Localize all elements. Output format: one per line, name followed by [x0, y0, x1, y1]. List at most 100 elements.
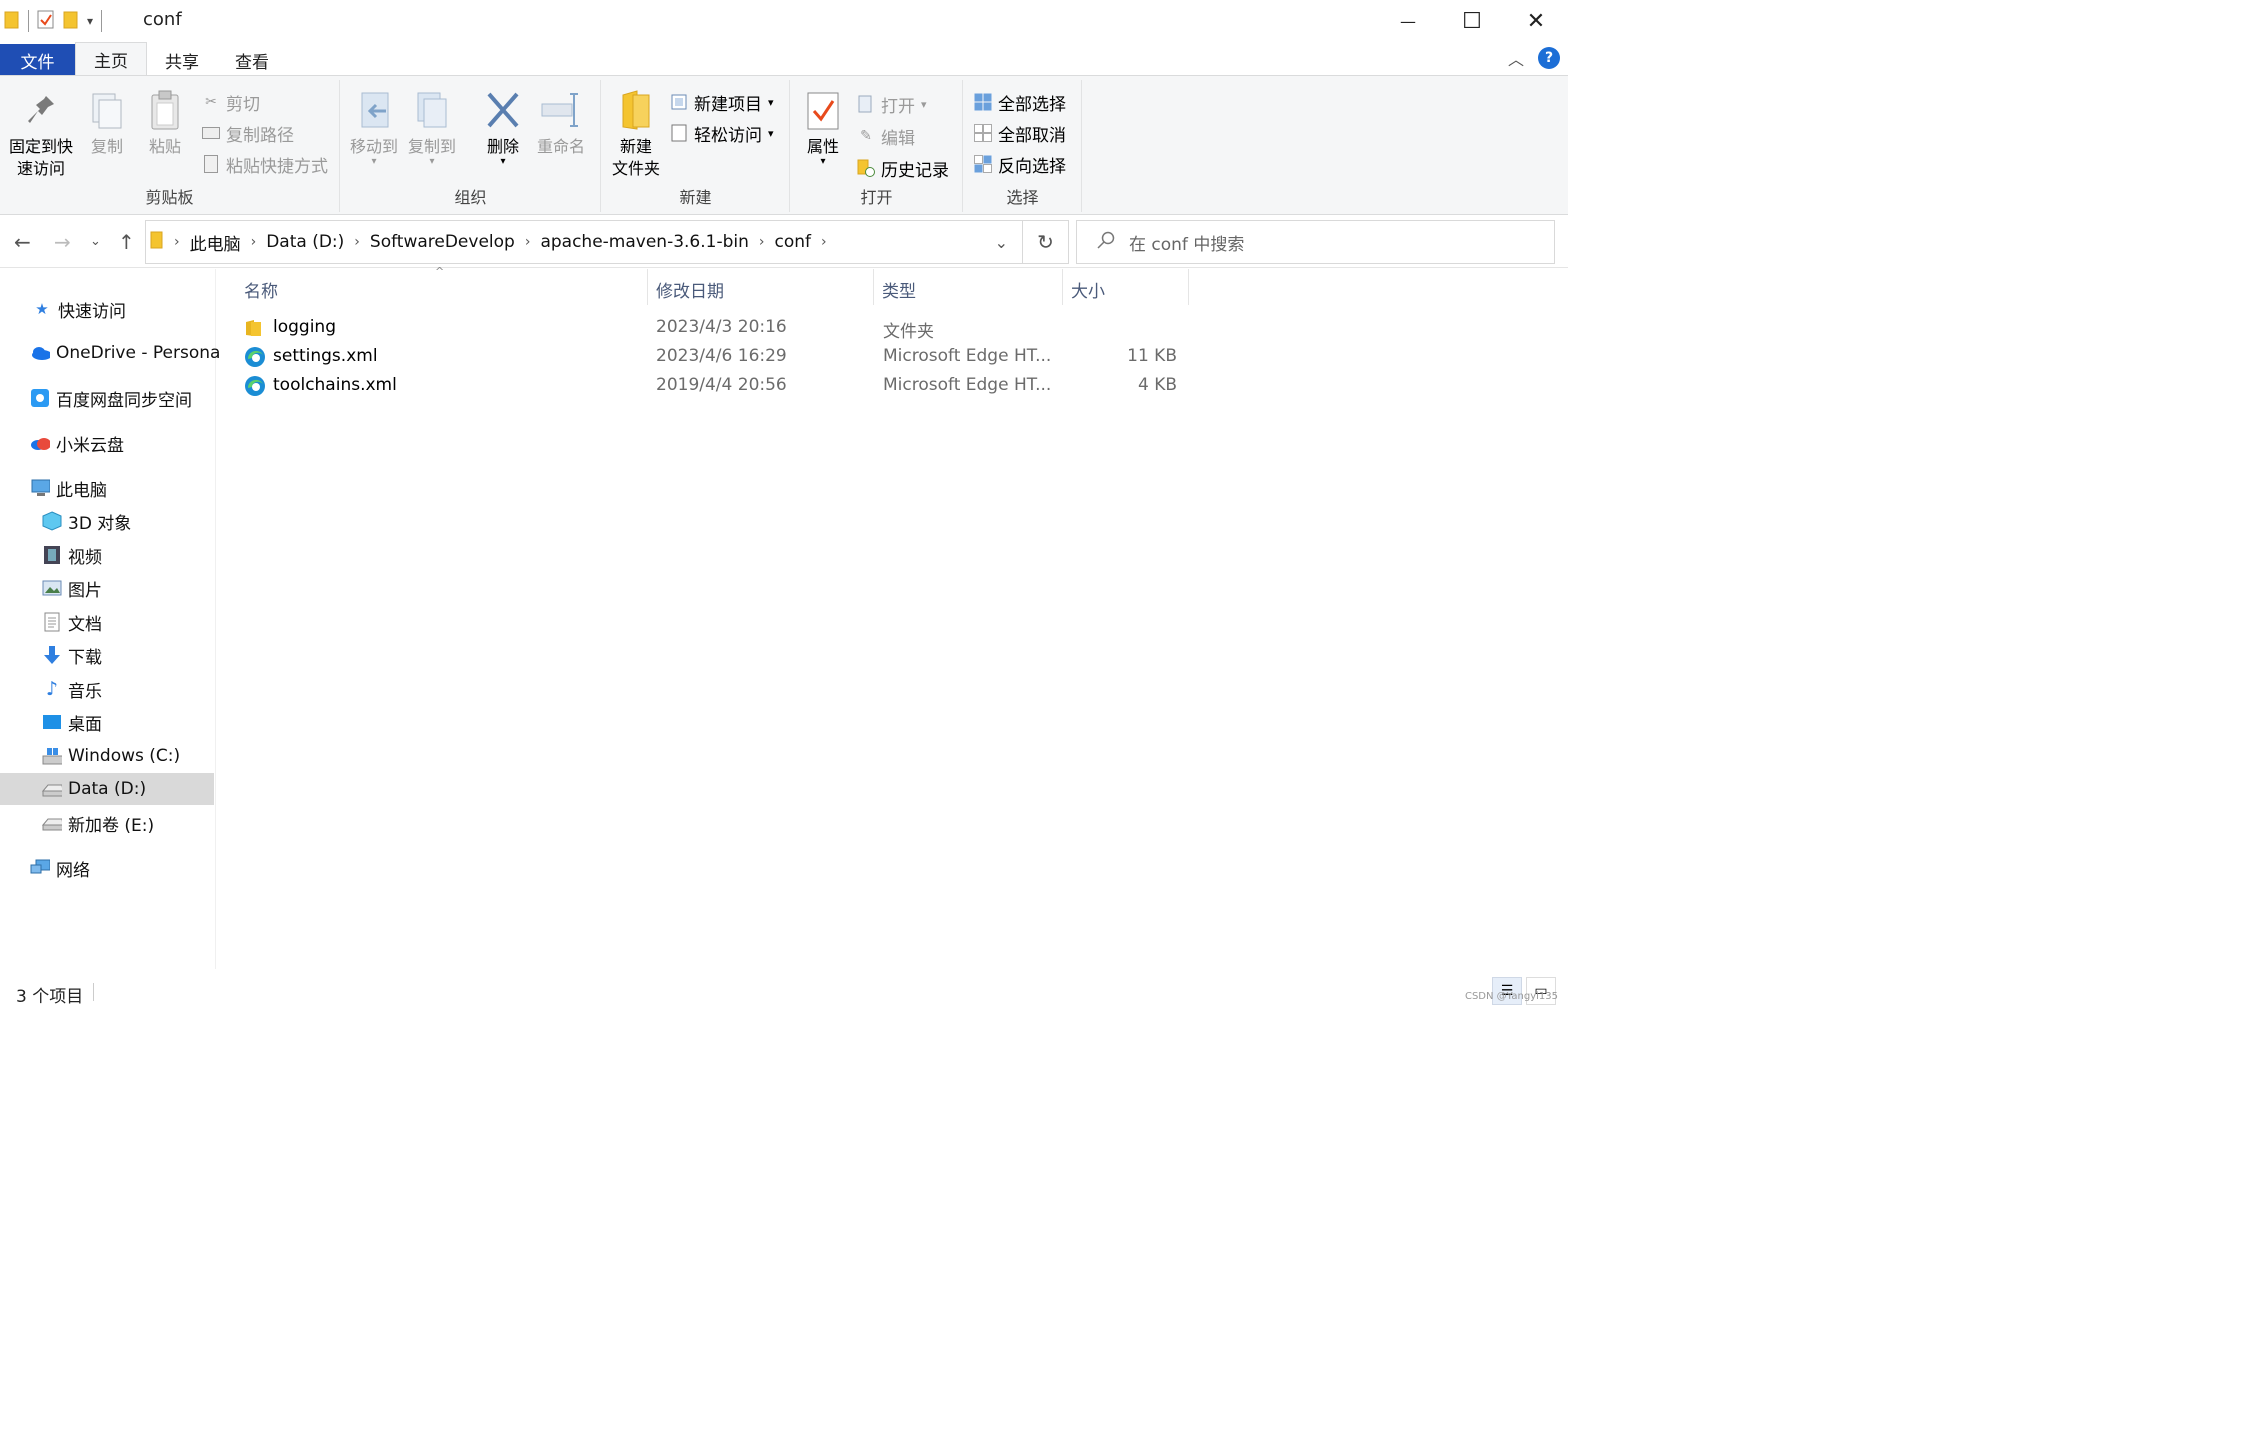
file-row-toolchains[interactable]: toolchains.xml 2019/4/4 20:56 Microsoft …	[241, 372, 1191, 400]
clipboard-group: 固定到快 速访问 复制 粘贴 ✂ 剪切 复制路径 粘贴快捷方式 剪贴板	[0, 80, 340, 212]
forward-arrow-icon[interactable]: →	[54, 230, 71, 254]
chevron-right-icon[interactable]: ›	[174, 234, 180, 250]
back-arrow-icon[interactable]: ←	[14, 230, 31, 254]
breadcrumb-softwaredevelop[interactable]: SoftwareDevelop	[370, 232, 515, 252]
select-none-button[interactable]: 全部取消	[974, 119, 1066, 147]
properties-button[interactable]: 属性 ▾	[799, 86, 847, 167]
column-divider[interactable]	[1188, 269, 1189, 305]
invert-selection-button[interactable]: 反向选择	[974, 150, 1066, 178]
help-icon[interactable]: ?	[1538, 47, 1560, 69]
breadcrumb-apache-maven[interactable]: apache-maven-3.6.1-bin	[540, 232, 748, 252]
nav-3d-objects[interactable]: 3D 对象	[42, 505, 131, 537]
column-header-type[interactable]: 类型	[882, 277, 916, 302]
chevron-right-icon[interactable]: ›	[759, 234, 765, 250]
column-header-size[interactable]: 大小	[1071, 277, 1105, 302]
file-row-settings[interactable]: settings.xml 2023/4/6 16:29 Microsoft Ed…	[241, 343, 1191, 371]
refresh-icon[interactable]: ↻	[1023, 220, 1069, 264]
chevron-down-icon: ▾	[921, 97, 927, 111]
file-type: Microsoft Edge HT...	[883, 375, 1052, 395]
edit-button[interactable]: ✎ 编辑	[857, 122, 915, 150]
pin-to-quick-access-button[interactable]: 固定到快 速访问	[6, 86, 76, 180]
nav-xiaomi-cloud[interactable]: 小米云盘	[30, 427, 124, 459]
status-divider	[93, 983, 94, 1001]
nav-music[interactable]: ♪ 音乐	[42, 673, 102, 705]
copy-path-button[interactable]: 复制路径	[202, 119, 294, 147]
chevron-down-icon: ▾	[371, 156, 377, 167]
nav-network[interactable]: 网络	[30, 852, 90, 884]
address-history-chevron-icon[interactable]: ⌄	[995, 233, 1008, 252]
chevron-right-icon[interactable]: ›	[354, 234, 360, 250]
tab-view[interactable]: 查看	[217, 44, 287, 76]
nav-drive-e[interactable]: 新加卷 (E:)	[42, 807, 154, 839]
network-icon	[30, 858, 50, 878]
move-to-button[interactable]: 移动到 ▾	[347, 86, 401, 167]
tab-home[interactable]: 主页	[75, 42, 147, 76]
quick-access-toolbar: ▾	[4, 8, 103, 34]
cut-button[interactable]: ✂ 剪切	[202, 88, 260, 116]
copy-path-icon	[202, 124, 220, 142]
paste-button[interactable]: 粘贴	[142, 86, 188, 158]
clipboard-group-label: 剪贴板	[145, 188, 194, 207]
breadcrumb-data-d[interactable]: Data (D:)	[266, 232, 344, 252]
nav-baidu-netdisk[interactable]: 百度网盘同步空间	[30, 382, 192, 414]
ribbon-tabs: 文件 主页 共享 查看 ︿ ?	[0, 42, 1568, 76]
clipboard-icon	[143, 86, 187, 134]
minimize-button[interactable]: —	[1376, 0, 1440, 42]
new-folder-icon[interactable]	[63, 9, 79, 33]
customize-toolbar-dropdown[interactable]: ▾	[87, 14, 93, 28]
search-box[interactable]: 在 conf 中搜索	[1076, 220, 1555, 264]
column-divider[interactable]	[1062, 269, 1063, 305]
chevron-right-icon[interactable]: ›	[251, 234, 257, 250]
rename-button[interactable]: 重命名	[533, 86, 589, 158]
close-button[interactable]: ✕	[1504, 0, 1568, 42]
edge-icon	[244, 375, 266, 402]
nav-videos[interactable]: 视频	[42, 539, 102, 571]
nav-downloads[interactable]: 下载	[42, 639, 102, 671]
new-item-button[interactable]: 新建项目 ▾	[670, 88, 774, 116]
nav-drive-d[interactable]: Data (D:)	[0, 773, 214, 805]
column-divider[interactable]	[873, 269, 874, 305]
new-item-icon	[670, 93, 688, 111]
collapse-ribbon-icon[interactable]: ︿	[1508, 46, 1524, 70]
paste-shortcut-button[interactable]: 粘贴快捷方式	[202, 150, 328, 178]
nav-pictures[interactable]: 图片	[42, 572, 102, 604]
maximize-button[interactable]: ☐	[1440, 0, 1504, 42]
folder-icon	[245, 319, 263, 342]
column-header-name[interactable]: 名称	[244, 277, 278, 302]
column-header-modified[interactable]: 修改日期	[656, 277, 724, 302]
address-bar[interactable]: › 此电脑 › Data (D:) › SoftwareDevelop › apache…	[145, 220, 1023, 264]
toolbar-divider	[28, 10, 29, 32]
new-folder-button[interactable]: 新建 文件夹	[606, 86, 666, 180]
open-button[interactable]: 打开 ▾	[857, 90, 927, 118]
chevron-right-icon[interactable]: ›	[525, 234, 531, 250]
breadcrumb-conf[interactable]: conf	[775, 232, 812, 252]
copy-to-button[interactable]: 复制到 ▾	[405, 86, 459, 167]
history-button[interactable]: 历史记录	[857, 154, 949, 182]
open-group-label: 打开	[860, 188, 893, 207]
chevron-down-icon: ▾	[820, 156, 826, 167]
recent-locations-chevron-icon[interactable]: ⌄	[90, 234, 101, 249]
tab-share[interactable]: 共享	[147, 44, 217, 76]
file-row-logging[interactable]: logging 2023/4/3 20:16 文件夹	[241, 314, 1191, 342]
delete-button[interactable]: 删除 ▾	[481, 86, 525, 167]
drive-icon	[42, 813, 62, 833]
column-divider[interactable]	[647, 269, 648, 305]
select-all-button[interactable]: 全部选择	[974, 88, 1066, 116]
copy-button[interactable]: 复制	[84, 86, 130, 158]
nav-quick-access[interactable]: ★ 快速访问	[32, 293, 126, 325]
easy-access-button[interactable]: 轻松访问 ▾	[670, 119, 774, 147]
chevron-right-icon[interactable]: ›	[821, 234, 827, 250]
nav-drive-c[interactable]: Windows (C:)	[42, 740, 180, 772]
folder-icon[interactable]	[4, 9, 20, 33]
up-arrow-icon[interactable]: ↑	[118, 230, 135, 254]
properties-icon[interactable]	[37, 9, 55, 33]
select-all-icon	[974, 93, 992, 111]
breadcrumb-this-pc[interactable]: 此电脑	[190, 230, 241, 255]
nav-onedrive[interactable]: OneDrive - Persona	[30, 337, 220, 369]
file-modified: 2023/4/3 20:16	[656, 317, 787, 337]
move-to-icon	[352, 86, 396, 134]
tab-file[interactable]: 文件	[0, 44, 75, 76]
nav-this-pc[interactable]: 此电脑	[30, 472, 107, 504]
nav-documents[interactable]: 文档	[42, 606, 102, 638]
nav-desktop[interactable]: 桌面	[42, 706, 102, 738]
